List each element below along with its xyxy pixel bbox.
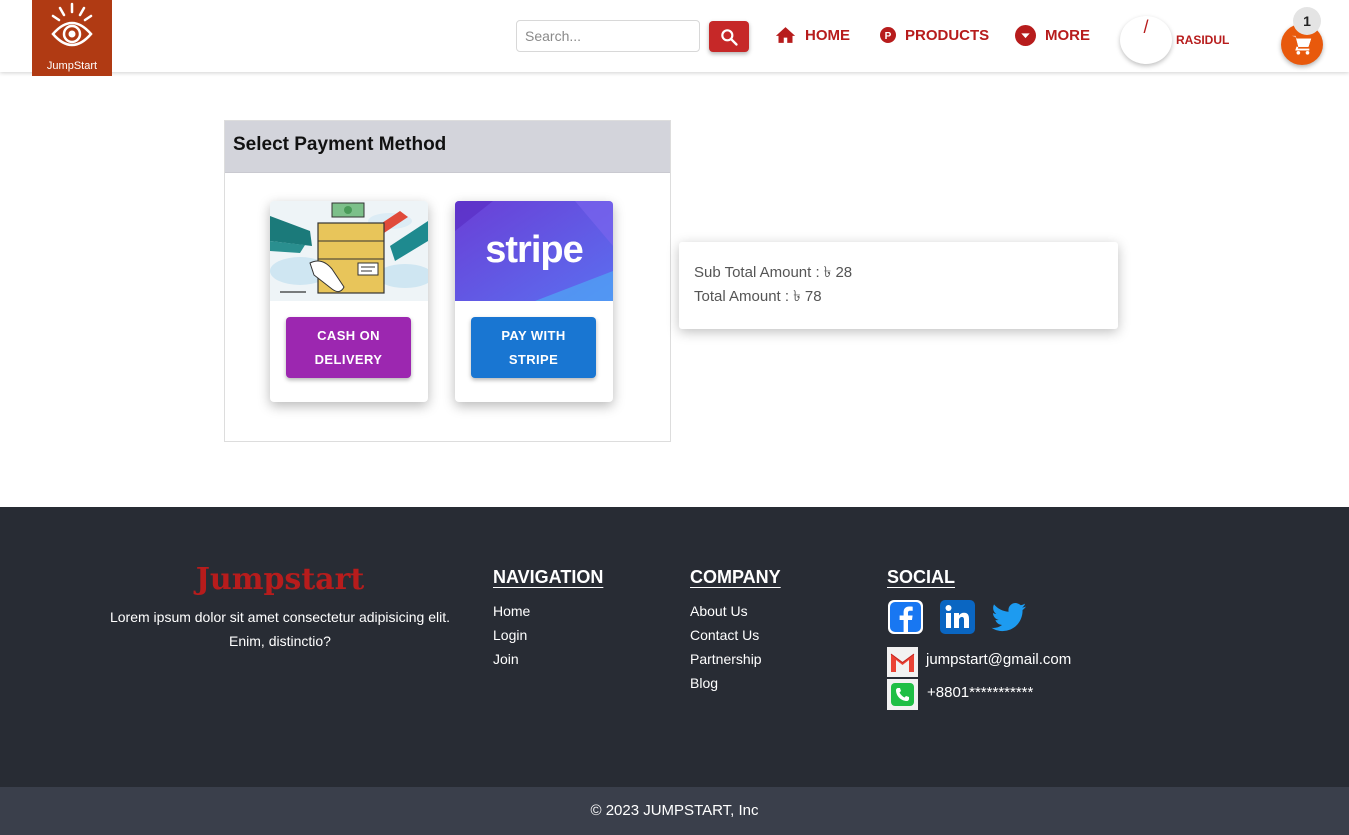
stripe-label-line2: STRIPE [508, 351, 559, 367]
footer-phone[interactable]: +8801*********** [927, 684, 1033, 701]
nav-products-label: PRODUCTS [905, 26, 990, 44]
svg-text:P: P [885, 31, 892, 42]
footer-brand: Jumpstart [195, 562, 365, 597]
search-button[interactable] [709, 21, 749, 52]
facebook-icon[interactable] [887, 599, 924, 635]
footer-link-blog[interactable]: Blog [690, 675, 718, 691]
stripe-logo-text: stripe [485, 229, 582, 271]
footer-description: Lorem ipsum dolor sit amet consectetur a… [109, 609, 451, 649]
cash-delivery-illustration [270, 201, 428, 301]
gmail-icon [887, 647, 918, 677]
chevron-down-icon [1015, 24, 1036, 46]
top-navbar: JumpStart HOME P PRODUCTS MORE / RASIDUL [0, 0, 1349, 76]
cod-card: CASH ON DELIVERY [270, 201, 428, 402]
phone-icon [887, 679, 918, 710]
nav-more-dropdown[interactable]: MORE [1015, 22, 1090, 48]
nav-home[interactable]: HOME [775, 22, 850, 48]
products-icon: P [880, 27, 896, 43]
shopping-cart-icon [1291, 35, 1312, 55]
home-icon [775, 27, 796, 43]
footer-nav-heading: NAVIGATION [493, 567, 604, 587]
subtotal-amount: Sub Total Amount : ৳ 28 [694, 264, 853, 281]
cart-count-badge: 1 [1293, 7, 1321, 35]
footer-link-home[interactable]: Home [493, 603, 530, 619]
twitter-icon[interactable] [991, 599, 1028, 635]
site-footer: Jumpstart Lorem ipsum dolor sit amet con… [0, 507, 1349, 787]
stripe-label-line1: PAY WITH [501, 327, 566, 343]
nav-products[interactable]: P PRODUCTS [880, 22, 989, 48]
payment-title: Select Payment Method [233, 134, 447, 155]
payment-method-panel: Select Payment Method CASH ON DELIVERY s… [224, 120, 671, 442]
footer-link-login[interactable]: Login [493, 627, 527, 643]
logo-text: JumpStart [46, 60, 98, 72]
total-amount: Total Amount : ৳ 78 [694, 288, 822, 305]
cod-label-line2: DELIVERY [314, 351, 383, 367]
user-avatar[interactable]: / [1120, 16, 1172, 64]
nav-home-label: HOME [805, 26, 850, 44]
copyright-bar: © 2023 JUMPSTART, Inc [0, 787, 1349, 835]
cod-label-line1: CASH ON [317, 327, 380, 343]
nav-more-label: MORE [1045, 26, 1090, 44]
stripe-card: stripe PAY WITH STRIPE [455, 201, 613, 402]
cash-on-delivery-button[interactable]: CASH ON DELIVERY [286, 317, 411, 378]
eye-icon [51, 2, 93, 47]
stripe-logo-banner: stripe [455, 201, 613, 301]
footer-social-heading: SOCIAL [887, 567, 956, 587]
order-summary-card: Sub Total Amount : ৳ 28 Total Amount : ৳… [679, 242, 1118, 329]
payment-panel-header: Select Payment Method [225, 121, 670, 173]
brand-logo[interactable]: JumpStart [32, 0, 112, 76]
search-input[interactable] [516, 20, 700, 52]
linkedin-icon[interactable] [939, 599, 976, 635]
pay-with-stripe-button[interactable]: PAY WITH STRIPE [471, 317, 596, 378]
footer-link-about[interactable]: About Us [690, 603, 748, 619]
search-icon [721, 29, 738, 46]
footer-link-join[interactable]: Join [493, 651, 519, 667]
footer-company-heading: COMPANY [690, 567, 781, 587]
username-label[interactable]: RASIDUL [1176, 33, 1229, 47]
footer-link-partnership[interactable]: Partnership [690, 651, 762, 667]
footer-email[interactable]: jumpstart@gmail.com [926, 651, 1071, 668]
footer-link-contact[interactable]: Contact Us [690, 627, 759, 643]
